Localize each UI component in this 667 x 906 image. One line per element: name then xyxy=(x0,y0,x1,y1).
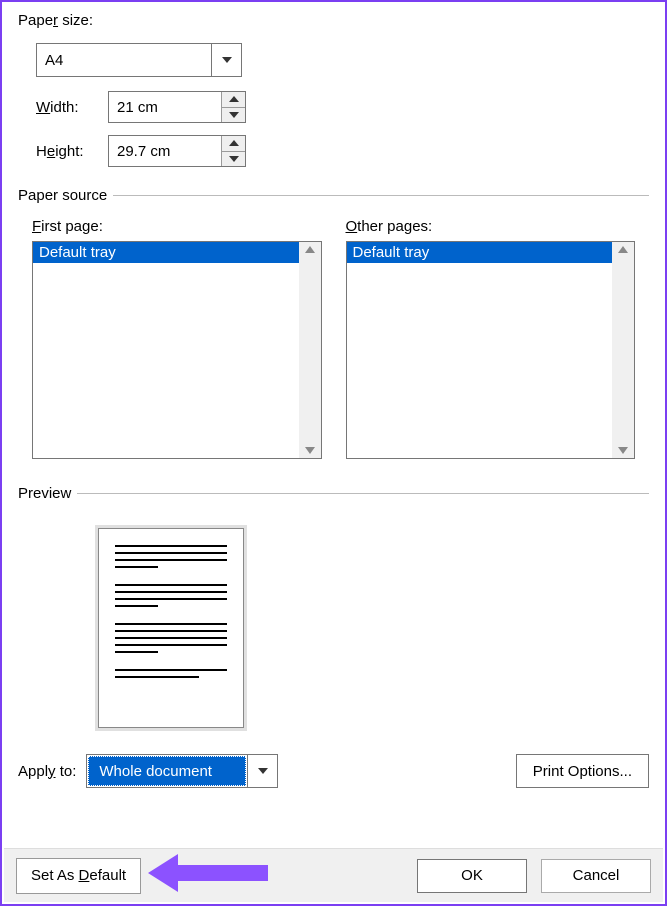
height-spin-up[interactable] xyxy=(222,136,245,151)
other-pages-label: Other pages: xyxy=(346,218,433,235)
width-spin-down[interactable] xyxy=(222,107,245,123)
chevron-down-icon[interactable] xyxy=(247,755,277,787)
print-options-button[interactable]: Print Options... xyxy=(516,754,649,788)
paper-size-value: A4 xyxy=(37,44,211,76)
paper-source-group: Paper source First page: Default tray xyxy=(18,187,649,459)
apply-to-label: Apply to: xyxy=(18,763,76,780)
width-label: Width: xyxy=(36,99,96,116)
apply-to-value: Whole document xyxy=(88,756,246,786)
first-page-listbox[interactable]: Default tray xyxy=(32,241,322,459)
scroll-down-icon xyxy=(305,447,315,454)
preview-legend: Preview xyxy=(18,485,77,502)
scroll-up-icon xyxy=(618,246,628,253)
scroll-up-icon xyxy=(305,246,315,253)
first-page-label: First page: xyxy=(32,218,103,235)
scroll-down-icon xyxy=(618,447,628,454)
other-pages-scrollbar[interactable] xyxy=(612,242,634,458)
first-page-option-selected[interactable]: Default tray xyxy=(33,242,299,263)
width-spin-up[interactable] xyxy=(222,92,245,107)
other-pages-option-selected[interactable]: Default tray xyxy=(347,242,613,263)
paper-source-legend: Paper source xyxy=(18,187,113,204)
first-page-scrollbar[interactable] xyxy=(299,242,321,458)
ok-button[interactable]: OK xyxy=(417,859,527,893)
height-spin-down[interactable] xyxy=(222,151,245,167)
preview-group: Preview xyxy=(18,485,649,728)
paper-size-label: Paper size: xyxy=(18,12,649,29)
height-spinner[interactable] xyxy=(108,135,246,167)
height-input[interactable] xyxy=(109,136,221,166)
dialog-footer: Set As Default OK Cancel xyxy=(4,848,663,902)
width-spinner[interactable] xyxy=(108,91,246,123)
paper-size-dropdown[interactable]: A4 xyxy=(36,43,242,77)
set-as-default-button[interactable]: Set As Default xyxy=(16,858,141,894)
width-input[interactable] xyxy=(109,92,221,122)
chevron-down-icon[interactable] xyxy=(211,44,241,76)
other-pages-listbox[interactable]: Default tray xyxy=(346,241,636,459)
page-preview xyxy=(98,528,244,728)
apply-to-dropdown[interactable]: Whole document xyxy=(86,754,278,788)
cancel-button[interactable]: Cancel xyxy=(541,859,651,893)
height-label: Height: xyxy=(36,143,96,160)
